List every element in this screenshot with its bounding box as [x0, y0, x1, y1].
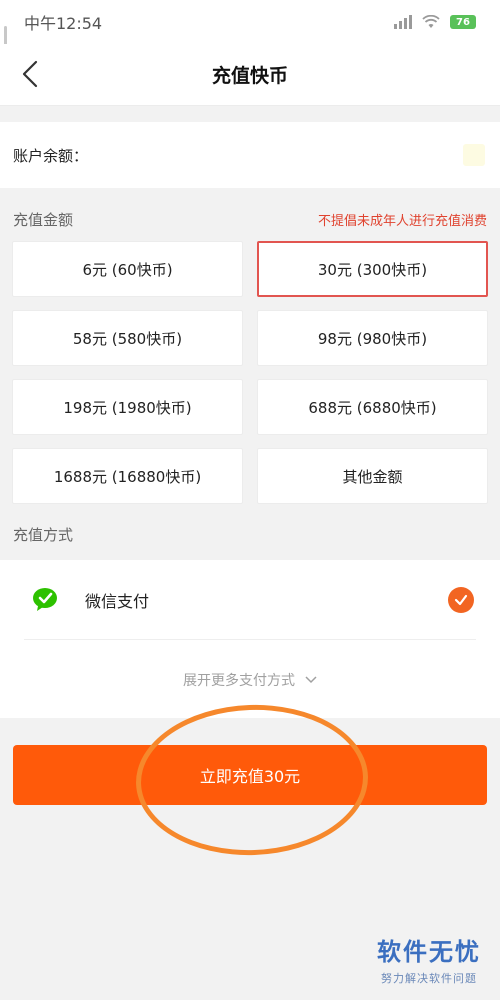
check-circle-icon: [448, 587, 474, 613]
amount-option-1688[interactable]: 1688元 (16880快币): [12, 448, 243, 504]
status-bar: 中午12:54 76: [0, 0, 500, 44]
balance-label: 账户余额：: [13, 146, 89, 165]
watermark-logo: 软件无忧 努力解决软件问题: [368, 936, 490, 992]
status-icons: 76: [394, 15, 476, 29]
nav-bar: 充值快币: [0, 44, 500, 106]
amount-grid: 6元 (60快币) 30元 (300快币) 58元 (580快币) 98元 (9…: [12, 241, 488, 504]
amount-header: 充值金额 不提倡未成年人进行充值消费: [0, 205, 500, 233]
coin-icon: [463, 144, 485, 166]
amount-option-30[interactable]: 30元 (300快币): [257, 241, 488, 297]
payment-method-wechat[interactable]: 微信支付: [24, 560, 476, 640]
amount-option-198[interactable]: 198元 (1980快币): [12, 379, 243, 435]
wechat-icon: [33, 587, 57, 611]
battery-icon: 76: [450, 15, 476, 29]
payment-panel: 微信支付 展开更多支付方式: [0, 560, 500, 718]
watermark-sub: 努力解决软件问题: [381, 972, 477, 985]
amount-option-6[interactable]: 6元 (60快币): [12, 241, 243, 297]
balance-row: 账户余额：: [0, 122, 500, 188]
minor-warning: 不提倡未成年人进行充值消费: [317, 213, 487, 229]
amount-section-label: 充值金额: [13, 210, 74, 229]
expand-label: 展开更多支付方式: [183, 673, 295, 689]
payment-method-name: 微信支付: [85, 591, 150, 611]
amount-option-98[interactable]: 98元 (980快币): [257, 310, 488, 366]
chevron-left-icon: [22, 60, 38, 88]
back-button[interactable]: [12, 56, 48, 92]
payment-section-label: 充值方式: [13, 525, 74, 544]
wifi-icon: [422, 15, 440, 28]
recharge-button[interactable]: 立即充值30元: [13, 745, 487, 805]
chevron-down-icon: [305, 676, 317, 684]
amount-option-688[interactable]: 688元 (6880快币): [257, 379, 488, 435]
amount-option-58[interactable]: 58元 (580快币): [12, 310, 243, 366]
payment-header: 充值方式: [13, 521, 73, 547]
signal-icon: [394, 15, 412, 29]
page-title: 充值快币: [211, 65, 288, 87]
status-time: 中午12:54: [24, 14, 103, 33]
amount-option-other[interactable]: 其他金额: [257, 448, 488, 504]
watermark-main: 软件无忧: [377, 938, 481, 966]
expand-payment-methods[interactable]: 展开更多支付方式: [0, 666, 500, 694]
